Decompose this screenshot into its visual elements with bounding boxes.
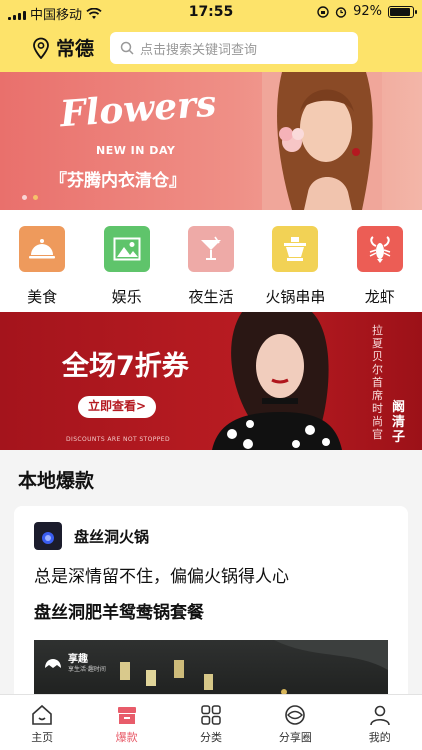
tab-label: 爆款: [115, 731, 138, 744]
promo-banner-discount[interactable]: 全场7折券 立即查看> DISCOUNTS ARE NOT STOPPED 拉夏…: [0, 312, 422, 450]
tab-share-circle[interactable]: 分享圈: [260, 695, 330, 750]
vertical-name: 阚清子: [392, 400, 406, 445]
category-grid: 美食 娱乐 夜生活 火锅串串 龙虾: [0, 210, 422, 312]
user-icon: [369, 705, 390, 726]
shop-icon: [117, 707, 136, 724]
category-entertainment[interactable]: 娱乐: [87, 226, 167, 312]
hotpot-icon: [272, 226, 319, 272]
food-cloche-icon: [19, 226, 66, 272]
tab-label: 主页: [31, 731, 54, 744]
shop-slogan: 总是深情留不住，偏偏火锅得人心: [34, 567, 289, 587]
pagination-dot-active: [33, 195, 38, 200]
city-selector[interactable]: 常德: [32, 34, 94, 61]
category-food[interactable]: 美食: [2, 226, 82, 312]
banner-model-image: [262, 72, 382, 210]
tab-bar: 主页 爆款 分类 分享圈 我的: [0, 694, 422, 750]
banner-promo-text: 『芬腾内衣清仓』: [50, 171, 186, 191]
rotation-lock-icon: [317, 5, 329, 18]
tab-label: 我的: [368, 731, 391, 744]
tab-label: 分类: [199, 731, 222, 744]
tab-label: 分享圈: [278, 731, 312, 744]
discount-footer-text: DISCOUNTS ARE NOT STOPPED: [66, 436, 170, 443]
status-bar: 中国移动 17:55 92%: [0, 0, 422, 24]
tab-hot[interactable]: 爆款: [92, 695, 162, 750]
battery-icon: [388, 5, 417, 18]
grid-icon: [201, 705, 221, 725]
category-label: 夜生活: [188, 288, 234, 306]
category-lobster[interactable]: 龙虾: [340, 226, 420, 312]
share-circle-icon: [285, 705, 306, 725]
search-placeholder: 点击搜索关键词查询: [140, 42, 258, 58]
shop-logo: [34, 522, 62, 550]
category-hotpot[interactable]: 火锅串串: [255, 226, 335, 312]
tab-home[interactable]: 主页: [7, 695, 77, 750]
search-icon: [120, 41, 134, 55]
deal-title: 盘丝洞肥羊鸳鸯锅套餐: [34, 603, 204, 623]
image-icon: [103, 226, 150, 272]
city-name: 常德: [56, 38, 95, 60]
local-hot-section: 本地爆款 盘丝洞火锅 总是深情留不住，偏偏火锅得人心 盘丝洞肥羊鸳鸯锅套餐 享趣…: [0, 450, 422, 706]
battery-percent: 92%: [353, 4, 382, 19]
home-icon: [32, 704, 52, 725]
alarm-icon: [335, 6, 347, 18]
promo-banner-lingerie[interactable]: Flowers NEW IN DAY 『芬腾内衣清仓』: [0, 72, 422, 210]
banner-pagination: [22, 195, 38, 200]
category-label: 火锅串串: [265, 288, 326, 306]
view-now-button[interactable]: 立即查看>: [78, 396, 156, 418]
tab-categories[interactable]: 分类: [176, 695, 246, 750]
vertical-caption: 拉夏贝尔首席时尚官: [372, 324, 383, 441]
banner-headline: Flowers: [58, 82, 218, 136]
shop-name: 盘丝洞火锅: [74, 528, 150, 546]
category-label: 龙虾: [364, 288, 395, 306]
cocktail-icon: [187, 226, 234, 272]
section-title: 本地爆款: [18, 470, 95, 492]
discount-headline: 全场7折券: [62, 351, 189, 382]
category-nightlife[interactable]: 夜生活: [171, 226, 251, 312]
deal-card[interactable]: 盘丝洞火锅 总是深情留不住，偏偏火锅得人心 盘丝洞肥羊鸳鸯锅套餐 享趣 享生活·…: [14, 506, 408, 706]
tab-me[interactable]: 我的: [345, 695, 415, 750]
lobster-icon: [356, 226, 403, 272]
banner-model-image: [212, 312, 342, 450]
header: 中国移动 17:55 92% 常德 点击搜索关键词查询: [0, 0, 422, 72]
category-label: 娱乐: [111, 288, 142, 306]
search-bar[interactable]: 点击搜索关键词查询: [110, 32, 358, 64]
location-pin-icon: [33, 37, 49, 59]
pagination-dot: [22, 195, 27, 200]
banner-subtitle: NEW IN DAY: [96, 144, 176, 157]
category-label: 美食: [27, 288, 58, 306]
